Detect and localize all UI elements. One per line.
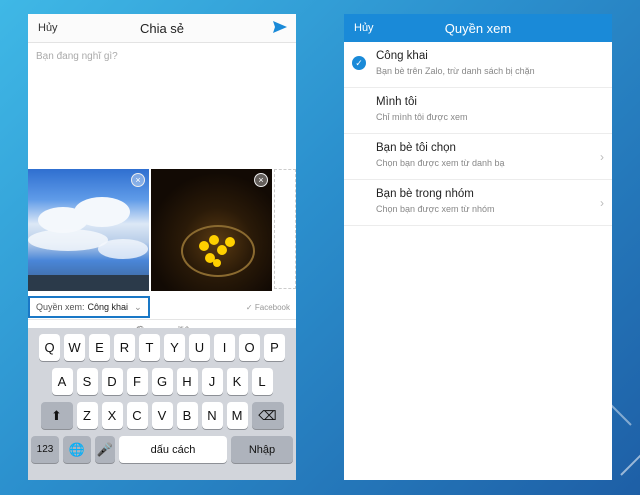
send-icon[interactable]	[272, 19, 288, 35]
privacy-value: Công khai	[87, 302, 129, 312]
privacy-header: Hủy Quyền xem	[344, 14, 612, 42]
checkmark-icon: ✓	[245, 302, 253, 312]
key-q[interactable]: Q	[39, 334, 60, 361]
key-j[interactable]: J	[201, 368, 223, 395]
share-title: Chia sẻ	[139, 20, 185, 36]
privacy-option-description: Chọn bạn được xem từ danh bạ	[376, 158, 505, 168]
space-key[interactable]: dấu cách	[119, 436, 227, 463]
key-l[interactable]: L	[251, 368, 273, 395]
checkmark-icon: ✓	[352, 56, 366, 70]
key-g[interactable]: G	[151, 368, 173, 395]
share-screen: Hủy Chia sẻ Bạn đang nghĩ gì? × × Quyền …	[28, 14, 296, 480]
key-t[interactable]: T	[139, 334, 160, 361]
privacy-screen: Hủy Quyền xem ✓ Công khai Bạn bè trên Zalo…	[344, 14, 612, 480]
backspace-key[interactable]: ⌫	[251, 402, 284, 429]
key-o[interactable]: O	[239, 334, 260, 361]
remove-photo-icon[interactable]: ×	[254, 173, 268, 187]
chevron-down-icon: ⌄	[134, 301, 142, 312]
keyboard-row-4: 123 🌐 🎤 dấu cách Nhập	[31, 436, 293, 463]
privacy-option[interactable]: Bạn bè trong nhóm Chọn bạn được xem từ nh…	[344, 180, 612, 226]
privacy-row: Quyền xem: Công khai ⌄ ✓ Facebook	[28, 295, 296, 319]
key-f[interactable]: F	[126, 368, 148, 395]
privacy-title: Quyền xem	[444, 20, 512, 36]
compose-input[interactable]: Bạn đang nghĩ gì?	[28, 43, 296, 169]
key-w[interactable]: W	[64, 334, 85, 361]
keyboard-row-3: ⬆ ZXCVBNM ⌫	[31, 402, 293, 429]
privacy-option-name: Mình tôi	[376, 96, 417, 108]
chevron-right-icon: ›	[600, 150, 604, 164]
mic-key[interactable]: 🎤	[95, 436, 115, 463]
key-h[interactable]: H	[176, 368, 198, 395]
key-k[interactable]: K	[226, 368, 248, 395]
chevron-right-icon: ›	[600, 196, 604, 210]
key-z[interactable]: Z	[76, 402, 98, 429]
key-m[interactable]: M	[226, 402, 248, 429]
privacy-label: Quyền xem:	[36, 302, 85, 312]
key-p[interactable]: P	[264, 334, 285, 361]
cancel-button[interactable]: Hủy	[38, 22, 58, 34]
privacy-option[interactable]: ✓ Công khai Bạn bè trên Zalo, trừ danh sác…	[344, 42, 612, 88]
add-photo-slot[interactable]	[274, 169, 296, 289]
key-i[interactable]: I	[214, 334, 235, 361]
key-a[interactable]: A	[51, 368, 73, 395]
key-y[interactable]: Y	[164, 334, 185, 361]
attached-photo-flower[interactable]: ×	[151, 169, 272, 291]
privacy-selector[interactable]: Quyền xem: Công khai ⌄	[28, 296, 150, 318]
key-d[interactable]: D	[101, 368, 123, 395]
share-header: Hủy Chia sẻ	[28, 14, 296, 43]
facebook-label: Facebook	[254, 302, 290, 312]
privacy-option-name: Bạn bè trong nhóm	[376, 188, 474, 200]
keyboard: QWERTYUIOP ASDFGHJKL ⬆ ZXCVBNM ⌫ 123 🌐 🎤…	[28, 328, 296, 480]
shift-key[interactable]: ⬆	[40, 402, 73, 429]
key-c[interactable]: C	[126, 402, 148, 429]
privacy-option-name: Bạn bè tôi chọn	[376, 142, 456, 154]
keyboard-row-1: QWERTYUIOP	[31, 334, 293, 361]
photo-attachments: × ×	[28, 169, 296, 291]
key-e[interactable]: E	[89, 334, 110, 361]
numbers-key[interactable]: 123	[31, 436, 59, 463]
key-b[interactable]: B	[176, 402, 198, 429]
privacy-options: ✓ Công khai Bạn bè trên Zalo, trừ danh sác…	[344, 42, 612, 226]
privacy-option[interactable]: Bạn bè tôi chọn Chọn bạn được xem từ danh…	[344, 134, 612, 180]
key-r[interactable]: R	[114, 334, 135, 361]
key-n[interactable]: N	[201, 402, 223, 429]
privacy-option-description: Chỉ mình tôi được xem	[376, 112, 468, 122]
key-u[interactable]: U	[189, 334, 210, 361]
key-s[interactable]: S	[76, 368, 98, 395]
key-x[interactable]: X	[101, 402, 123, 429]
attached-photo-sky[interactable]: ×	[28, 169, 149, 291]
cancel-button[interactable]: Hủy	[354, 22, 374, 34]
globe-icon[interactable]: 🌐	[63, 436, 91, 463]
privacy-option-description: Chọn bạn được xem từ nhóm	[376, 204, 495, 214]
privacy-option[interactable]: Mình tôi Chỉ mình tôi được xem	[344, 88, 612, 134]
privacy-option-name: Công khai	[376, 50, 428, 62]
remove-photo-icon[interactable]: ×	[131, 173, 145, 187]
key-v[interactable]: V	[151, 402, 173, 429]
decorative-line	[620, 389, 640, 476]
return-key[interactable]: Nhập	[231, 436, 293, 463]
keyboard-row-2: ASDFGHJKL	[31, 368, 293, 395]
privacy-option-description: Bạn bè trên Zalo, trừ danh sách bị chặn	[376, 66, 535, 76]
facebook-share-toggle[interactable]: ✓ Facebook	[246, 303, 290, 312]
